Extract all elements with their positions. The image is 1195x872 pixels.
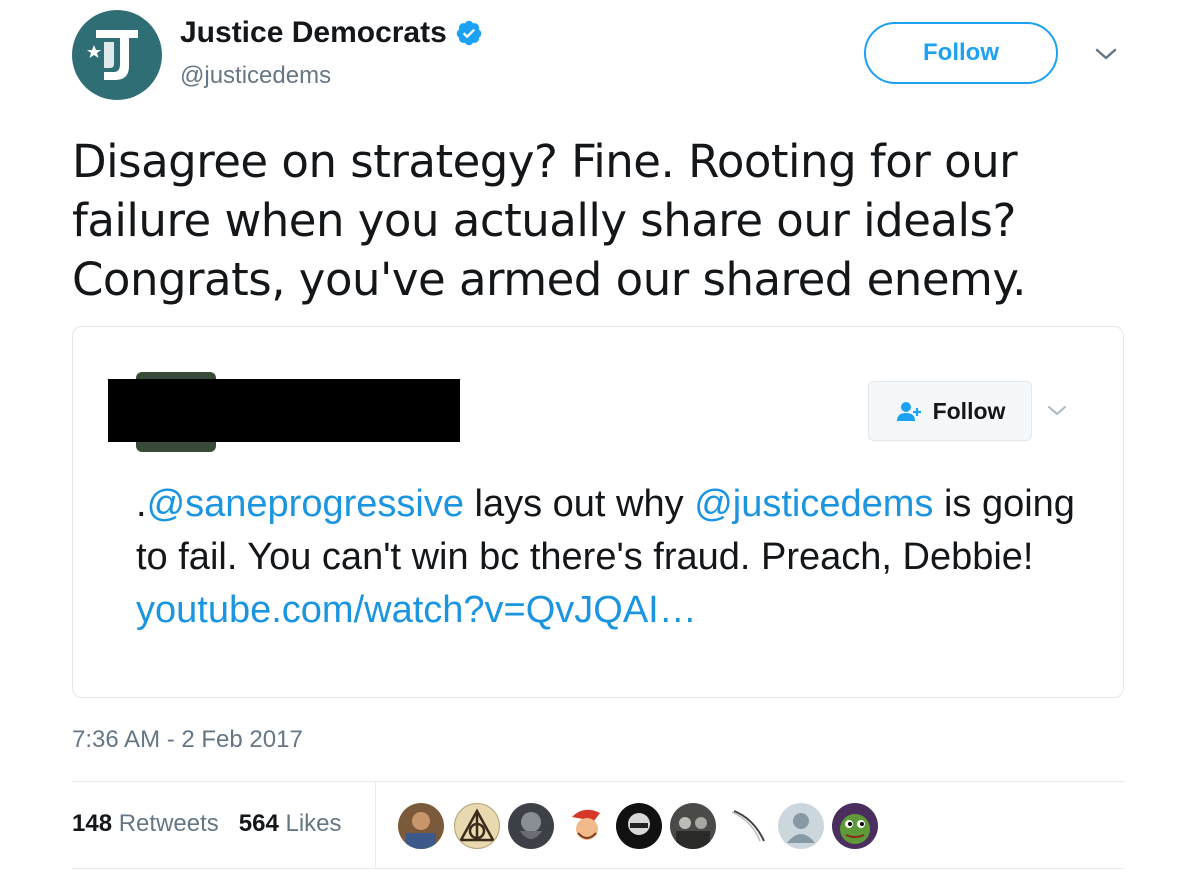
mention-link[interactable]: @justicedems: [694, 483, 933, 525]
retweets-count: 148: [72, 810, 113, 837]
author-name[interactable]: Justice Democrats: [180, 16, 483, 50]
tweet-text-line: Congrats, you've armed our shared enemy.: [72, 253, 1026, 306]
likes-count: 564: [238, 810, 279, 837]
liker-avatar[interactable]: [726, 803, 772, 849]
quote-text-mid: lays out why: [463, 483, 695, 525]
default-profile-icon: [787, 813, 815, 843]
justice-democrats-logo-icon: [87, 30, 138, 80]
divider: [72, 868, 1124, 869]
liker-avatar[interactable]: [778, 803, 824, 849]
likes-label: Likes: [285, 810, 342, 837]
retweets-label: Retweets: [118, 810, 219, 837]
group-photo-icon: [676, 817, 710, 849]
youtube-link[interactable]: youtube.com/watch?v=QvJQAI…: [136, 589, 697, 631]
chevron-down-icon[interactable]: [1046, 403, 1068, 419]
author-avatar[interactable]: [72, 10, 162, 100]
liker-avatar[interactable]: [398, 803, 444, 849]
author-name-text[interactable]: Justice Democrats: [180, 16, 447, 50]
retweets-stat[interactable]: 148 Retweets: [72, 810, 219, 838]
arc-icon: [731, 810, 765, 842]
redaction-bar: [108, 379, 460, 442]
author-handle[interactable]: @justicedems: [180, 62, 331, 90]
deathly-hallows-icon: [458, 808, 496, 842]
chevron-down-icon[interactable]: [1094, 44, 1118, 64]
tweet-text-line: failure when you actually share our idea…: [72, 194, 1016, 247]
liker-avatar[interactable]: [670, 803, 716, 849]
quote-text-prefix: .: [136, 483, 147, 525]
person-photo-icon: [628, 813, 650, 835]
mention-link[interactable]: @saneprogressive: [147, 483, 464, 525]
liker-avatar[interactable]: [832, 803, 878, 849]
stats-divider: [375, 782, 376, 868]
tweet-text: Disagree on strategy? Fine. Rooting for …: [72, 132, 1132, 309]
divider: [72, 781, 1124, 782]
person-photo-icon: [520, 812, 542, 839]
pepe-frog-icon: [840, 814, 870, 844]
quoted-tweet-text: .@saneprogressive lays out why @justiced…: [136, 478, 1096, 637]
tweet-timestamp[interactable]: 7:36 AM - 2 Feb 2017: [72, 726, 303, 754]
liker-avatar[interactable]: [508, 803, 554, 849]
verified-badge-icon: [456, 20, 482, 46]
follow-person-icon: [896, 402, 921, 421]
quoted-follow-button[interactable]: Follow: [868, 381, 1032, 441]
liker-avatar[interactable]: [616, 803, 662, 849]
cartoon-character-icon: [572, 809, 600, 840]
liker-avatar[interactable]: [564, 803, 610, 849]
tweet-text-line: Disagree on strategy? Fine. Rooting for …: [72, 135, 1018, 188]
quoted-follow-label: Follow: [932, 397, 1006, 424]
tweet-stats: 148 Retweets 564 Likes: [72, 810, 362, 838]
person-photo-icon: [406, 812, 436, 849]
follow-button[interactable]: Follow: [864, 22, 1058, 84]
liker-avatar[interactable]: [454, 803, 500, 849]
likes-stat[interactable]: 564 Likes: [239, 810, 342, 838]
